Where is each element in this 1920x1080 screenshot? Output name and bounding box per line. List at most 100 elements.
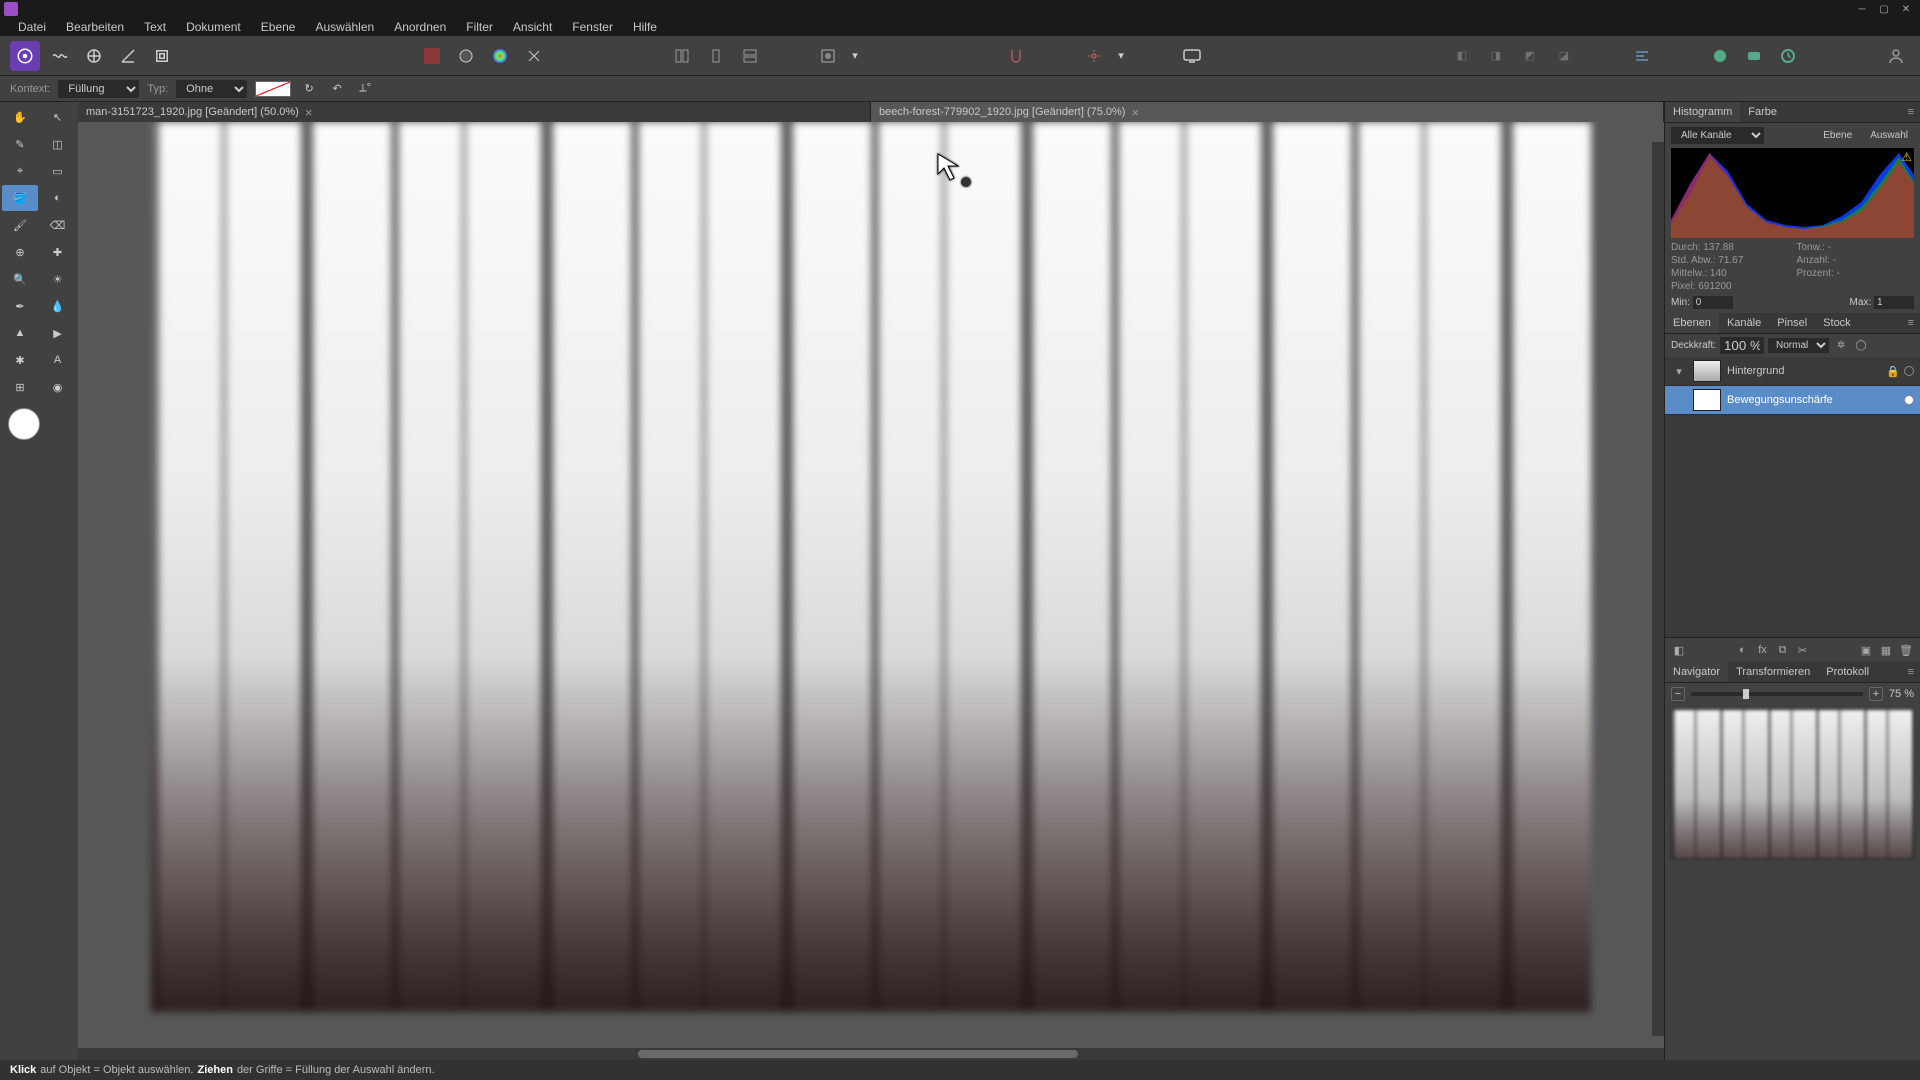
autocolor-button[interactable] (486, 42, 514, 70)
color-picker-tool[interactable]: ✎ (2, 131, 38, 157)
menu-filter[interactable]: Filter (456, 18, 503, 36)
zoom-out-button[interactable]: − (1671, 687, 1685, 701)
menu-select[interactable]: Auswählen (305, 18, 384, 36)
persona-export-button[interactable] (148, 42, 176, 70)
tab-stock[interactable]: Stock (1815, 313, 1859, 333)
tab-layers[interactable]: Ebenen (1665, 313, 1719, 333)
menu-layer[interactable]: Ebene (251, 18, 306, 36)
crop-tool[interactable]: ◫ (40, 131, 76, 157)
align-button[interactable] (1628, 42, 1656, 70)
healing-tool[interactable]: ✚ (40, 239, 76, 265)
hand-tool[interactable]: ✋ (2, 104, 38, 130)
close-tab-icon[interactable]: × (305, 105, 313, 120)
autolevels-button[interactable] (452, 42, 480, 70)
pen-tool[interactable]: ✒ (2, 293, 38, 319)
histogram-selection-button[interactable]: Auswahl (1864, 128, 1914, 143)
delete-layer-button[interactable]: 🗑 (1898, 642, 1914, 658)
arrange-center-button[interactable] (702, 42, 730, 70)
selection-brush-tool[interactable]: ⌖ (2, 158, 38, 184)
histogram-layer-button[interactable]: Ebene (1817, 128, 1858, 143)
quickmask-dropdown[interactable]: ▾ (848, 42, 862, 70)
assistant-button[interactable] (1080, 42, 1108, 70)
assistant-dropdown[interactable]: ▾ (1114, 42, 1128, 70)
histogram-max-input[interactable] (1874, 296, 1914, 309)
marquee-tool[interactable]: ▭ (40, 158, 76, 184)
smudge-tool[interactable]: 💧 (40, 293, 76, 319)
menu-window[interactable]: Fenster (562, 18, 623, 36)
menu-file[interactable]: Datei (8, 18, 56, 36)
canvas-viewport[interactable] (78, 122, 1664, 1048)
menu-document[interactable]: Dokument (176, 18, 251, 36)
zoom-tool[interactable]: 🔍 (2, 266, 38, 292)
node-tool[interactable]: ▶ (40, 320, 76, 346)
brush-tool[interactable]: 🖌 (2, 212, 38, 238)
context-type-select[interactable]: Ohne (176, 80, 247, 98)
chevron-down-icon[interactable]: ▾ (1671, 363, 1687, 379)
sponge-tool[interactable]: ◉ (40, 374, 76, 400)
persona-photo-button[interactable] (10, 41, 40, 71)
perspective-tool[interactable]: ⊞ (2, 374, 38, 400)
window-minimize-button[interactable]: ─ (1852, 2, 1872, 16)
menu-text[interactable]: Text (134, 18, 176, 36)
erase-tool[interactable]: ⌫ (40, 212, 76, 238)
layer-visibility-toggle[interactable] (1904, 395, 1914, 405)
shape-tool[interactable]: ▲ (2, 320, 38, 346)
fill-color-swatch[interactable] (255, 81, 291, 97)
mesh-tool[interactable]: ✱ (2, 347, 38, 373)
rotate-button[interactable]: ↻ (299, 79, 319, 99)
layer-row-background[interactable]: ▾ Hintergrund 🔒 (1665, 357, 1920, 386)
persona-tone-button[interactable] (114, 42, 142, 70)
layer-fx-icon[interactable]: ◯ (1853, 338, 1869, 354)
gradient-tool[interactable]: ◐ (40, 185, 76, 211)
horizontal-scrollbar[interactable] (78, 1048, 1664, 1060)
menu-help[interactable]: Hilfe (623, 18, 667, 36)
persona-develop-button[interactable] (80, 42, 108, 70)
dodge-tool[interactable]: ☀ (40, 266, 76, 292)
document-tab-0[interactable]: man-3151723_1920.jpg [Geändert] (50.0%) … (78, 102, 871, 122)
zoom-in-button[interactable]: + (1869, 687, 1883, 701)
panel-menu-icon[interactable]: ≡ (1902, 662, 1920, 682)
cloud-2-button[interactable] (1740, 42, 1768, 70)
navigator-preview[interactable] (1671, 709, 1914, 859)
layer-visibility-toggle[interactable] (1904, 366, 1914, 376)
crop-layer-button[interactable]: ✂ (1795, 642, 1811, 658)
tab-channels[interactable]: Kanäle (1719, 313, 1769, 333)
clone-tool[interactable]: ⊕ (2, 239, 38, 265)
panel-menu-icon[interactable]: ≡ (1902, 313, 1920, 333)
tab-brushes[interactable]: Pinsel (1769, 313, 1815, 333)
cloud-3-button[interactable] (1774, 42, 1802, 70)
opacity-input[interactable] (1720, 337, 1764, 354)
tab-transform[interactable]: Transformieren (1728, 662, 1818, 682)
document-tab-1[interactable]: beech-forest-779902_1920.jpg [Geändert] … (871, 102, 1664, 122)
layer-settings-icon[interactable]: ✲ (1833, 338, 1849, 354)
snapping-button[interactable] (1002, 42, 1030, 70)
autowb-button[interactable] (520, 42, 548, 70)
persona-liquify-button[interactable] (46, 42, 74, 70)
quickmask-button[interactable] (814, 42, 842, 70)
cloud-1-button[interactable] (1706, 42, 1734, 70)
window-maximize-button[interactable]: ▢ (1874, 2, 1894, 16)
histogram-min-input[interactable] (1693, 296, 1733, 309)
group-layer-button[interactable]: ▣ (1858, 642, 1874, 658)
account-button[interactable] (1882, 42, 1910, 70)
flood-fill-tool[interactable]: 🪣 (2, 185, 38, 211)
tab-histogram[interactable]: Histogramm (1665, 102, 1740, 122)
adjustment-layer-button[interactable]: ◐ (1735, 642, 1751, 658)
layer-row-motion-blur[interactable]: ◐ Bewegungsunschärfe (1665, 386, 1920, 415)
zoom-slider[interactable] (1691, 692, 1863, 696)
tab-history[interactable]: Protokoll (1818, 662, 1877, 682)
arrange-left-button[interactable] (668, 42, 696, 70)
fx-layer-button[interactable]: fx (1755, 642, 1771, 658)
blend-mode-select[interactable]: Normal (1768, 338, 1829, 353)
arrange-right-button[interactable] (736, 42, 764, 70)
move-tool[interactable]: ↖ (40, 104, 76, 130)
channel-select[interactable]: Alle Kanäle (1671, 127, 1764, 144)
tab-color[interactable]: Farbe (1740, 102, 1785, 122)
mask-layer-button[interactable]: ◧ (1671, 642, 1687, 658)
revert-button[interactable]: ↶ (327, 79, 347, 99)
lock-icon[interactable]: 🔒 (1886, 365, 1898, 378)
vertical-scrollbar[interactable] (1652, 142, 1664, 1036)
add-layer-button[interactable]: ▦ (1878, 642, 1894, 658)
foreground-color[interactable] (2, 408, 76, 440)
text-tool[interactable]: A (40, 347, 76, 373)
